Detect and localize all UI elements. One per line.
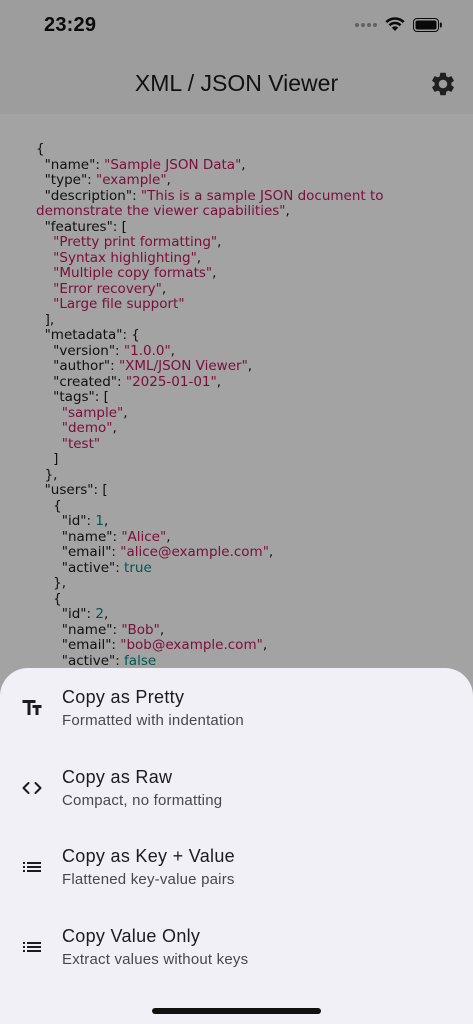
option-title: Copy as Key + Value	[62, 846, 235, 866]
copy-as-raw-option[interactable]: Copy as Raw Compact, no formatting	[0, 748, 473, 824]
copy-as-pretty-option[interactable]: Copy as Pretty Formatted with indentatio…	[0, 668, 473, 744]
option-subtitle: Flattened key-value pairs	[62, 871, 235, 888]
option-title: Copy as Pretty	[62, 687, 185, 707]
list-icon	[23, 862, 41, 872]
option-subtitle: Compact, no formatting	[62, 792, 223, 809]
option-title: Copy as Raw	[62, 767, 173, 787]
copy-as-key-value-option[interactable]: Copy as Key + Value Flattened key-value …	[0, 827, 473, 903]
option-subtitle: Formatted with indentation	[62, 712, 244, 729]
text-format-icon	[22, 700, 42, 715]
code-icon	[22, 782, 42, 794]
copy-options-sheet: Copy as Pretty Formatted with indentatio…	[0, 668, 473, 1024]
option-subtitle: Extract values without keys	[62, 951, 249, 968]
home-indicator[interactable]	[152, 1008, 321, 1014]
copy-value-only-option[interactable]: Copy Value Only Extract values without k…	[0, 907, 473, 983]
list-icon	[23, 942, 41, 952]
option-title: Copy Value Only	[62, 926, 201, 946]
